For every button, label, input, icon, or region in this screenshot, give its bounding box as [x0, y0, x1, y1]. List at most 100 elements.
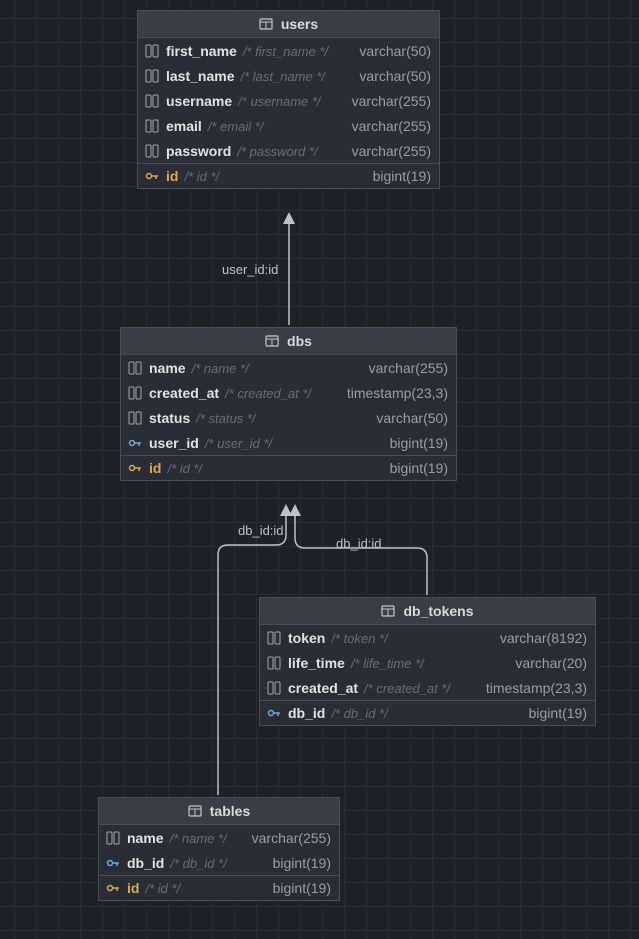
table-title: users	[281, 16, 318, 32]
column-type: varchar(50)	[359, 68, 431, 84]
column-row[interactable]: user_id /* user_id */ bigint(19)	[121, 430, 456, 455]
column-row[interactable]: name /* name */ varchar(255)	[121, 355, 456, 380]
column-name: id	[127, 880, 139, 896]
column-comment: /* db_id */	[331, 706, 387, 721]
column-name: db_id	[288, 705, 325, 721]
column-name: user_id	[149, 435, 199, 451]
table-icon	[265, 334, 279, 348]
column-type: varchar(255)	[369, 360, 448, 376]
column-name: first_name	[166, 43, 237, 59]
column-comment: /* first_name */	[243, 44, 328, 59]
column-name: id	[166, 168, 178, 184]
column-icon	[127, 410, 143, 426]
column-icon	[144, 93, 160, 109]
column-row[interactable]: db_id /* db_id */ bigint(19)	[99, 850, 339, 875]
column-name: last_name	[166, 68, 234, 84]
table-icon	[259, 17, 273, 31]
table-header-db-tokens[interactable]: db_tokens	[260, 598, 595, 625]
key-icon	[127, 460, 143, 476]
table-body: name /* name */ varchar(255) db_id /* db…	[99, 825, 339, 900]
column-icon	[266, 655, 282, 671]
column-icon	[266, 680, 282, 696]
column-name: token	[288, 630, 325, 646]
column-comment: /* created_at */	[225, 386, 311, 401]
column-type: varchar(255)	[252, 830, 331, 846]
table-title: tables	[210, 803, 250, 819]
column-row[interactable]: username /* username */ varchar(255)	[138, 88, 439, 113]
column-comment: /* email */	[208, 119, 264, 134]
table-body: name /* name */ varchar(255) created_at …	[121, 355, 456, 480]
table-dbs[interactable]: dbs name /* name */ varchar(255) created…	[120, 327, 457, 481]
column-row[interactable]: email /* email */ varchar(255)	[138, 113, 439, 138]
column-name: email	[166, 118, 202, 134]
column-comment: /* token */	[331, 631, 387, 646]
foreign-key-icon	[266, 705, 282, 721]
column-row[interactable]: id /* id */ bigint(19)	[99, 875, 339, 900]
table-title: dbs	[287, 333, 312, 349]
table-users[interactable]: users first_name /* first_name */ varcha…	[137, 10, 440, 189]
column-row[interactable]: life_time /* life_time */ varchar(20)	[260, 650, 595, 675]
column-row[interactable]: created_at /* created_at */ timestamp(23…	[260, 675, 595, 700]
column-comment: /* db_id */	[170, 856, 226, 871]
column-comment: /* password */	[237, 144, 317, 159]
column-row[interactable]: db_id /* db_id */ bigint(19)	[260, 700, 595, 725]
column-type: varchar(255)	[352, 143, 431, 159]
column-row[interactable]: status /* status */ varchar(50)	[121, 405, 456, 430]
column-type: bigint(19)	[390, 460, 448, 476]
column-comment: /* user_id */	[205, 436, 272, 451]
column-icon	[144, 68, 160, 84]
column-icon	[144, 118, 160, 134]
column-type: bigint(19)	[529, 705, 587, 721]
column-comment: /* created_at */	[364, 681, 450, 696]
column-type: varchar(20)	[515, 655, 587, 671]
column-comment: /* last_name */	[240, 69, 325, 84]
connection-label-dbs-tables: db_id:id	[236, 523, 286, 538]
column-name: id	[149, 460, 161, 476]
table-body: token /* token */ varchar(8192) life_tim…	[260, 625, 595, 725]
column-name: life_time	[288, 655, 345, 671]
column-type: timestamp(23,3)	[347, 385, 448, 401]
column-name: name	[149, 360, 186, 376]
foreign-key-icon	[105, 855, 121, 871]
column-name: password	[166, 143, 231, 159]
key-icon	[105, 880, 121, 896]
table-db-tokens[interactable]: db_tokens token /* token */ varchar(8192…	[259, 597, 596, 726]
column-icon	[105, 830, 121, 846]
column-row[interactable]: id /* id */ bigint(19)	[138, 163, 439, 188]
table-title: db_tokens	[403, 603, 473, 619]
column-icon	[144, 43, 160, 59]
column-type: timestamp(23,3)	[486, 680, 587, 696]
column-icon	[266, 630, 282, 646]
column-name: status	[149, 410, 190, 426]
column-comment: /* username */	[238, 94, 320, 109]
column-name: username	[166, 93, 232, 109]
column-type: bigint(19)	[373, 168, 431, 184]
column-comment: /* name */	[170, 831, 227, 846]
column-type: varchar(50)	[359, 43, 431, 59]
column-row[interactable]: created_at /* created_at */ timestamp(23…	[121, 380, 456, 405]
column-comment: /* status */	[196, 411, 255, 426]
column-comment: /* id */	[167, 461, 202, 476]
column-row[interactable]: password /* password */ varchar(255)	[138, 138, 439, 163]
column-type: varchar(255)	[352, 93, 431, 109]
column-comment: /* name */	[192, 361, 249, 376]
table-header-users[interactable]: users	[138, 11, 439, 38]
column-row[interactable]: first_name /* first_name */ varchar(50)	[138, 38, 439, 63]
column-name: created_at	[149, 385, 219, 401]
column-row[interactable]: last_name /* last_name */ varchar(50)	[138, 63, 439, 88]
table-icon	[188, 804, 202, 818]
column-icon	[127, 385, 143, 401]
table-header-tables[interactable]: tables	[99, 798, 339, 825]
table-header-dbs[interactable]: dbs	[121, 328, 456, 355]
column-icon	[144, 143, 160, 159]
table-tables[interactable]: tables name /* name */ varchar(255) db_i…	[98, 797, 340, 901]
column-icon	[127, 360, 143, 376]
column-row[interactable]: id /* id */ bigint(19)	[121, 455, 456, 480]
column-type: varchar(50)	[376, 410, 448, 426]
column-name: name	[127, 830, 164, 846]
column-type: bigint(19)	[273, 855, 331, 871]
column-row[interactable]: token /* token */ varchar(8192)	[260, 625, 595, 650]
column-row[interactable]: name /* name */ varchar(255)	[99, 825, 339, 850]
column-type: varchar(8192)	[500, 630, 587, 646]
table-icon	[381, 604, 395, 618]
